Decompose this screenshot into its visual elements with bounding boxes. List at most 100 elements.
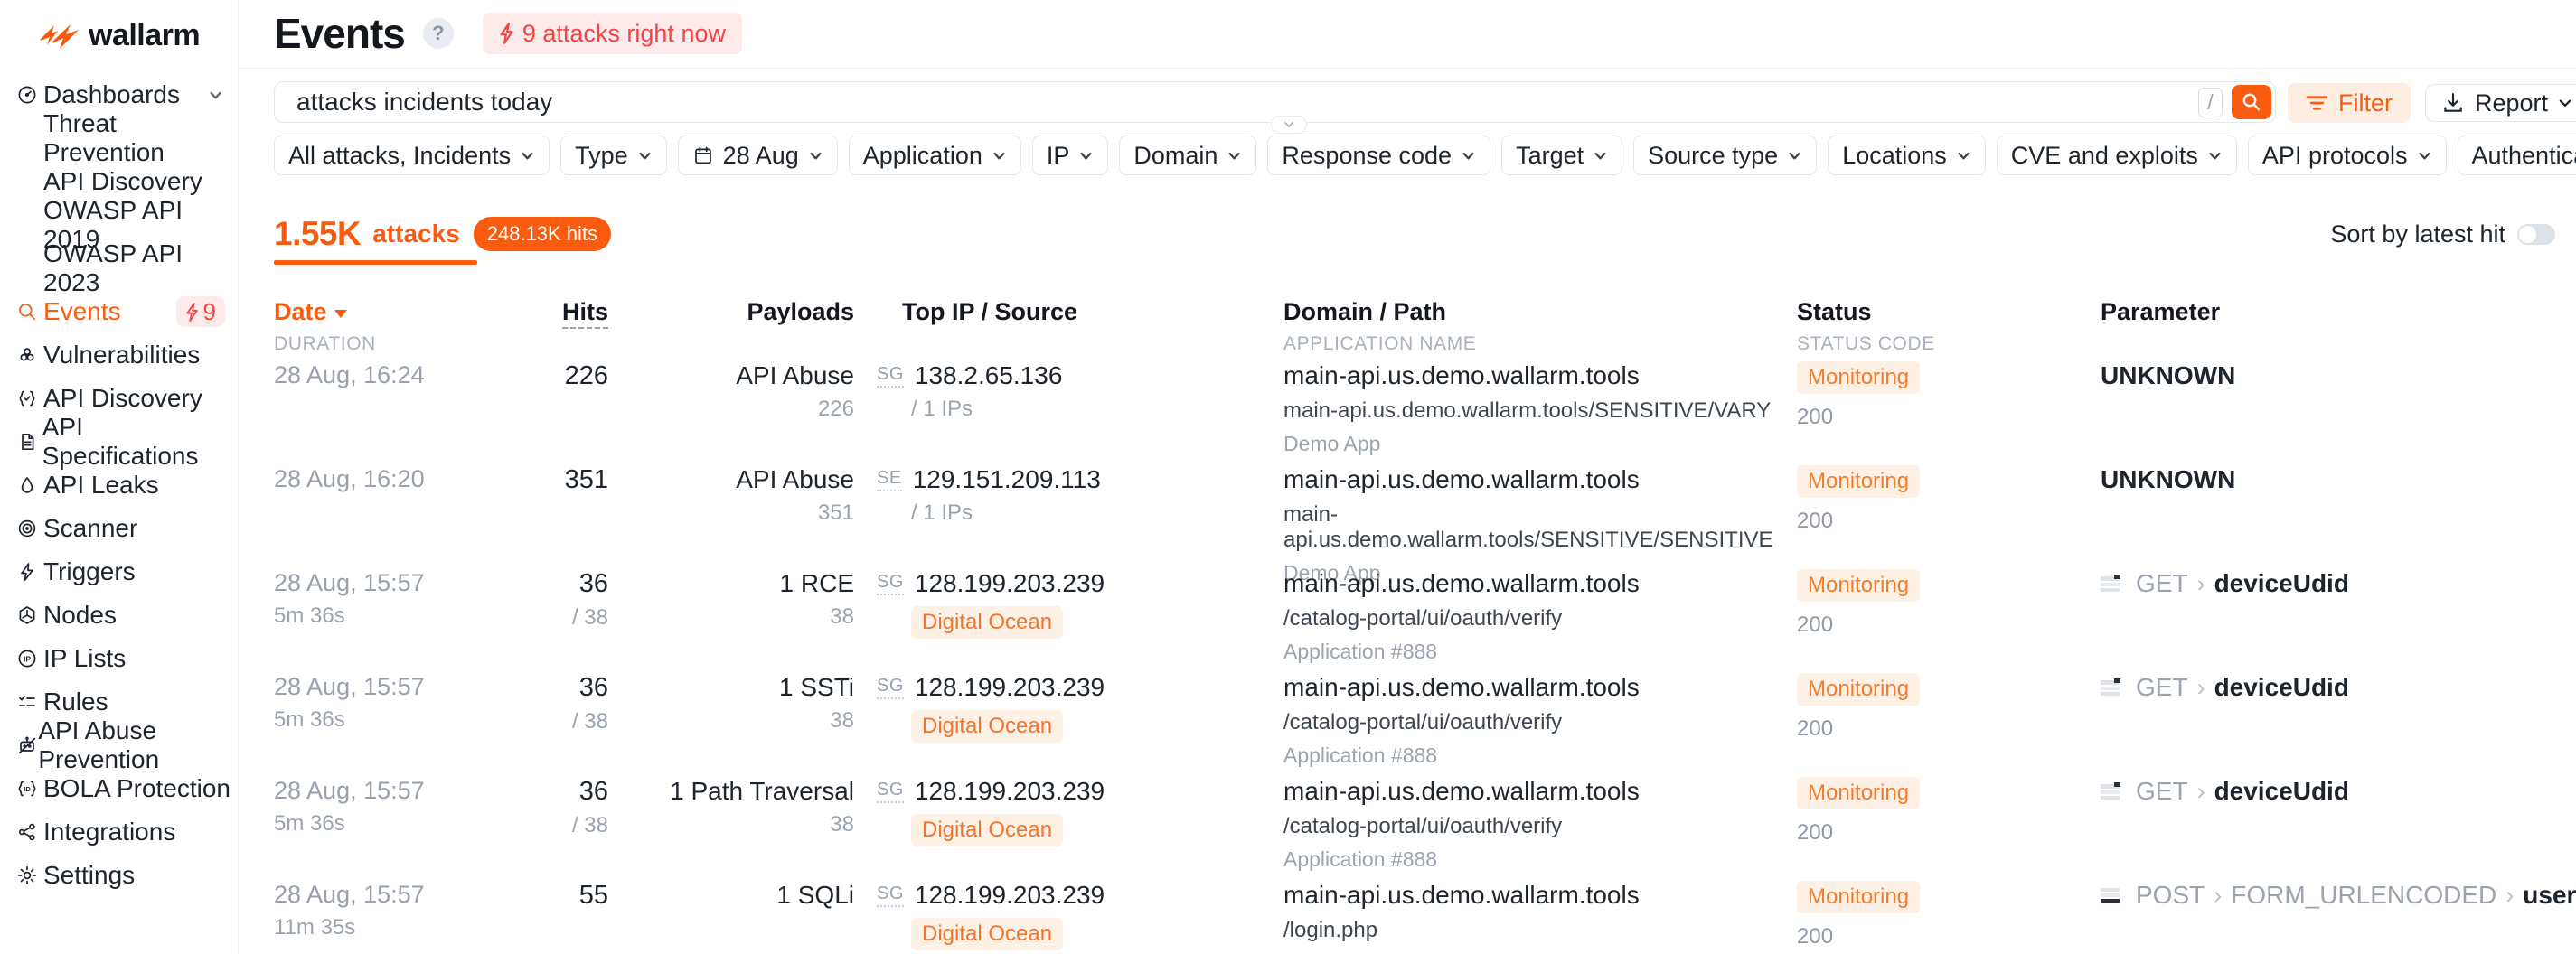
status-code: 200	[1797, 405, 2095, 430]
country-code[interactable]: SG	[877, 676, 904, 699]
sidebar-item-events[interactable]: Events9	[0, 290, 238, 333]
source-ip[interactable]: 128.199.203.239	[915, 881, 1105, 910]
filter-chip-locations[interactable]: Locations	[1828, 136, 1986, 175]
parameter-value: GETdeviceUdid	[2101, 569, 2571, 598]
source-ip[interactable]: 138.2.65.136	[915, 361, 1063, 390]
country-code[interactable]: SG	[877, 884, 904, 907]
sidebar-item-triggers[interactable]: Triggers	[0, 550, 238, 594]
download-icon	[2441, 91, 2465, 115]
event-duration: 5m 36s	[274, 811, 509, 837]
sidebar-item-label: API Discovery	[43, 167, 202, 196]
source-ip[interactable]: 129.151.209.113	[913, 465, 1101, 494]
sidebar-item-label: Settings	[43, 861, 135, 890]
country-code[interactable]: SG	[877, 364, 904, 388]
sort-toggle[interactable]	[2517, 224, 2555, 245]
search-button[interactable]	[2232, 85, 2271, 119]
event-hits: 226	[509, 361, 608, 391]
param-name: username	[2523, 881, 2576, 910]
status-code: 200	[1797, 924, 2095, 949]
event-date: 28 Aug, 15:57	[274, 569, 509, 597]
request-get-icon	[2101, 575, 2125, 594]
collapse-filters-button[interactable]	[1271, 116, 1307, 134]
filter-chip-domain[interactable]: Domain	[1119, 136, 1256, 175]
chevron-down-icon	[1593, 148, 1608, 164]
sidebar-item-settings[interactable]: Settings	[0, 854, 238, 897]
table-row[interactable]: 28 Aug, 16:20 351 API Abuse 351 SE 129.1…	[239, 458, 2576, 562]
filter-chip-ip[interactable]: IP	[1032, 136, 1109, 175]
gear-icon	[16, 865, 43, 886]
param-segment: GET	[2136, 673, 2188, 702]
attacks-now-badge[interactable]: 9 attacks right now	[483, 13, 742, 54]
wallarm-logo[interactable]: wallarm	[40, 18, 238, 53]
filter-chip-target[interactable]: Target	[1501, 136, 1622, 175]
domain[interactable]: main-api.us.demo.wallarm.tools	[1283, 569, 1790, 598]
search-input[interactable]	[275, 88, 2198, 117]
column-date[interactable]: Date DURATION	[274, 298, 509, 355]
sidebar-item-api-leaks[interactable]: API Leaks	[0, 463, 238, 507]
checklist-icon	[16, 691, 43, 713]
column-hits[interactable]: Hits	[509, 298, 608, 326]
payload-count: 351	[617, 500, 854, 526]
filter-chip-authentication[interactable]: Authentication	[2458, 136, 2576, 175]
table-row[interactable]: 28 Aug, 15:57 5m 36s 36 / 38 1 SSTi 38 S…	[239, 666, 2576, 770]
status-badge: Monitoring	[1797, 777, 1920, 809]
sidebar-item-label: Events	[43, 297, 121, 326]
country-code[interactable]: SG	[877, 572, 904, 595]
status-code: 200	[1797, 820, 2095, 846]
status-badge: Monitoring	[1797, 361, 1920, 394]
table-row[interactable]: 28 Aug, 15:57 11m 35s 55 1 SQLi SG 128.1…	[239, 874, 2576, 954]
sidebar-item-scanner[interactable]: Scanner	[0, 507, 238, 550]
sidebar-item-api-abuse-prevention[interactable]: API Abuse Prevention	[0, 724, 238, 767]
status-badge: Monitoring	[1797, 673, 1920, 706]
source-ip[interactable]: 128.199.203.239	[915, 673, 1105, 702]
filter-chip-28-aug[interactable]: 28 Aug	[678, 136, 838, 175]
filter-chip-application[interactable]: Application	[849, 136, 1021, 175]
provider-badge: Digital Ocean	[911, 918, 1063, 950]
event-date: 28 Aug, 16:20	[274, 465, 509, 493]
sidebar-item-owasp-api-2023[interactable]: OWASP API 2023	[0, 247, 238, 290]
target-icon	[16, 518, 43, 539]
sidebar-item-label: Integrations	[43, 818, 175, 846]
filter-chip-response-code[interactable]: Response code	[1267, 136, 1490, 175]
sidebar-item-label: API Leaks	[43, 471, 159, 500]
table-row[interactable]: 28 Aug, 15:57 5m 36s 36 / 38 1 RCE 38 SG…	[239, 562, 2576, 666]
sidebar-nav: DashboardsThreat PreventionAPI Discovery…	[0, 73, 238, 897]
source-ip[interactable]: 128.199.203.239	[915, 777, 1105, 806]
country-code[interactable]: SG	[877, 780, 904, 803]
help-icon[interactable]: ?	[423, 18, 454, 49]
results-underline	[274, 260, 477, 265]
filter-chip-label: IP	[1047, 142, 1070, 170]
column-application-name: APPLICATION NAME	[1283, 333, 1790, 355]
application-name: Application #888	[1283, 640, 1790, 664]
chevron-down-icon[interactable]	[208, 88, 223, 103]
domain[interactable]: main-api.us.demo.wallarm.tools	[1283, 465, 1790, 494]
sidebar-item-api-specifications[interactable]: API Specifications	[0, 420, 238, 463]
wallarm-console: wallarm DashboardsThreat PreventionAPI D…	[0, 0, 2576, 954]
sidebar-item-threat-prevention[interactable]: Threat Prevention	[0, 117, 238, 160]
filter-chip-source-type[interactable]: Source type	[1633, 136, 1817, 175]
country-code[interactable]: SE	[877, 468, 902, 491]
path: /catalog-portal/ui/oauth/verify	[1283, 606, 1790, 631]
sidebar-item-integrations[interactable]: Integrations	[0, 810, 238, 854]
filter-chip-all-attacks-incidents[interactable]: All attacks, Incidents	[274, 136, 550, 175]
event-hits: 36	[509, 673, 608, 703]
path: main-api.us.demo.wallarm.tools/SENSITIVE…	[1283, 398, 1790, 424]
sidebar-item-bola-protection[interactable]: IDBOLA Protection	[0, 767, 238, 810]
table-row[interactable]: 28 Aug, 15:57 5m 36s 36 / 38 1 Path Trav…	[239, 770, 2576, 874]
domain[interactable]: main-api.us.demo.wallarm.tools	[1283, 673, 1790, 702]
sidebar-item-ip-lists[interactable]: IPIP Lists	[0, 637, 238, 680]
filter-chip-api-protocols[interactable]: API protocols	[2248, 136, 2447, 175]
domain[interactable]: main-api.us.demo.wallarm.tools	[1283, 777, 1790, 806]
source-ip[interactable]: 128.199.203.239	[915, 569, 1105, 598]
sidebar-item-nodes[interactable]: Nodes	[0, 594, 238, 637]
filter-chip-type[interactable]: Type	[560, 136, 667, 175]
param-name: deviceUdid	[2214, 777, 2349, 806]
domain[interactable]: main-api.us.demo.wallarm.tools	[1283, 361, 1790, 390]
sidebar-item-vulnerabilities[interactable]: Vulnerabilities	[0, 333, 238, 377]
domain[interactable]: main-api.us.demo.wallarm.tools	[1283, 881, 1790, 910]
filter-chip-cve-and-exploits[interactable]: CVE and exploits	[1997, 136, 2237, 175]
filter-button[interactable]: Filter	[2288, 83, 2411, 123]
sort-desc-icon	[334, 310, 347, 318]
report-button[interactable]: Report	[2425, 84, 2576, 122]
table-row[interactable]: 28 Aug, 16:24 226 API Abuse 226 SG 138.2…	[239, 354, 2576, 458]
